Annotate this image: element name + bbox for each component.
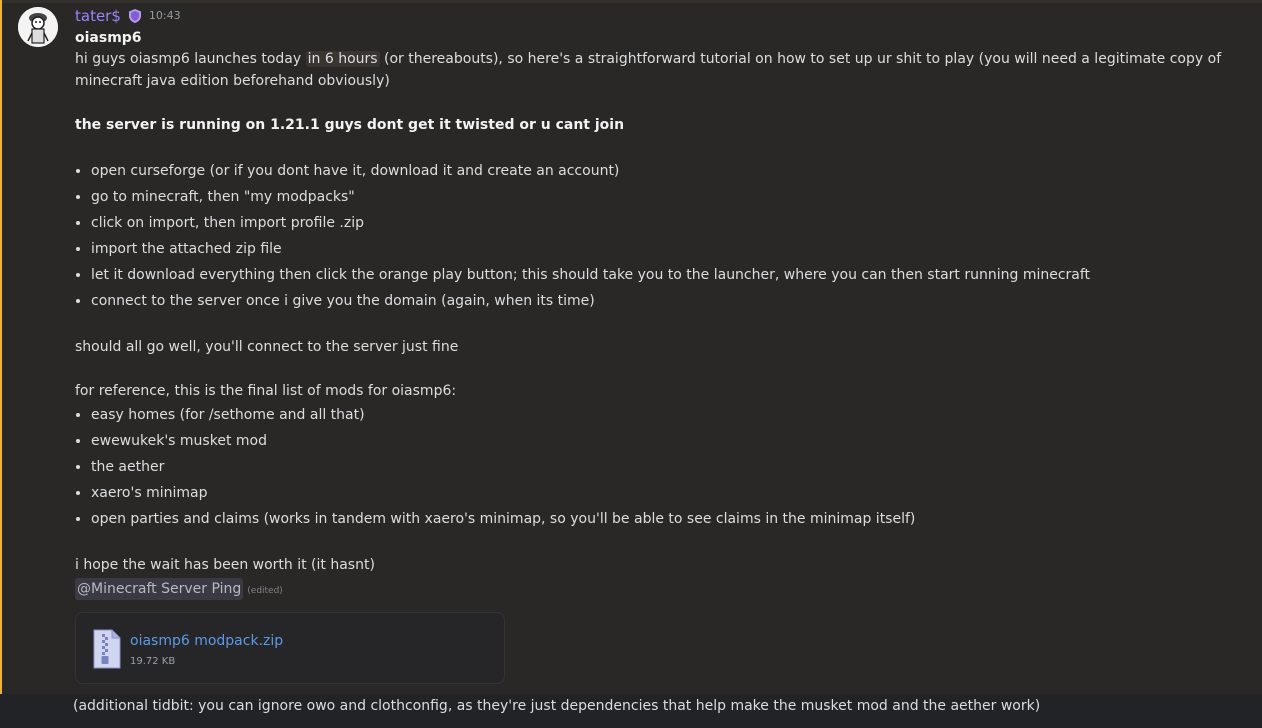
intro-text-before: hi guys oiasmp6 launches today	[75, 51, 302, 67]
list-item: xaero's minimap	[91, 480, 1248, 506]
list-item: easy homes (for /sethome and all that)	[91, 402, 1248, 428]
attachment-file-size: 19.72 KB	[130, 656, 176, 667]
list-item: let it download everything then click th…	[91, 262, 1248, 288]
list-item: open parties and claims (works in tandem…	[91, 506, 1248, 532]
file-attachment[interactable]: oiasmp6 modpack.zip 19.72 KB	[75, 612, 505, 684]
followup-text: (additional tidbit: you can ignore owo a…	[73, 698, 1041, 714]
username[interactable]: tater$	[75, 5, 121, 27]
mods-list: easy homes (for /sethome and all that) e…	[75, 402, 1248, 532]
attachment-file-name[interactable]: oiasmp6 modpack.zip	[130, 630, 283, 652]
list-item: click on import, then import profile .zi…	[91, 210, 1248, 236]
avatar-image	[18, 7, 58, 47]
mods-heading: for reference, this is the final list of…	[75, 383, 457, 399]
message-top-strip	[2, 0, 1262, 3]
shield-icon[interactable]	[127, 8, 143, 24]
intro-paragraph: hi guys oiasmp6 launches today in 6 hour…	[75, 48, 1248, 92]
timestamp-highlight[interactable]: in 6 hours	[305, 51, 380, 67]
list-item: open curseforge (or if you dont have it,…	[91, 158, 1248, 184]
message-highlighted: tater$ 10:43 oiasmp6 hi guys oiasmp6 lau…	[0, 0, 1262, 694]
list-item: import the attached zip file	[91, 236, 1248, 262]
list-item: connect to the server once i give you th…	[91, 288, 1248, 314]
server-version-note: the server is running on 1.21.1 guys don…	[75, 117, 625, 133]
followup-message: (additional tidbit: you can ignore owo a…	[0, 694, 1262, 728]
list-item: the aether	[91, 454, 1248, 480]
message-title: oiasmp6	[75, 30, 142, 46]
closing-text: i hope the wait has been worth it (it ha…	[75, 557, 375, 573]
edited-label: (edited)	[247, 586, 283, 596]
list-item: go to minecraft, then "my modpacks"	[91, 184, 1248, 210]
zip-file-icon	[92, 628, 122, 670]
steps-list: open curseforge (or if you dont have it,…	[75, 158, 1248, 314]
timestamp: 10:43	[148, 9, 181, 22]
message-header: tater$ 10:43	[75, 6, 1248, 26]
list-item: ewewukek's musket mod	[91, 428, 1248, 454]
avatar[interactable]	[18, 7, 58, 47]
ping-line: @Minecraft Server Ping (edited)	[75, 576, 1248, 602]
message-content: tater$ 10:43 oiasmp6 hi guys oiasmp6 lau…	[75, 6, 1248, 684]
role-mention[interactable]: @Minecraft Server Ping	[75, 578, 244, 600]
should-go-well-text: should all go well, you'll connect to th…	[75, 339, 459, 355]
